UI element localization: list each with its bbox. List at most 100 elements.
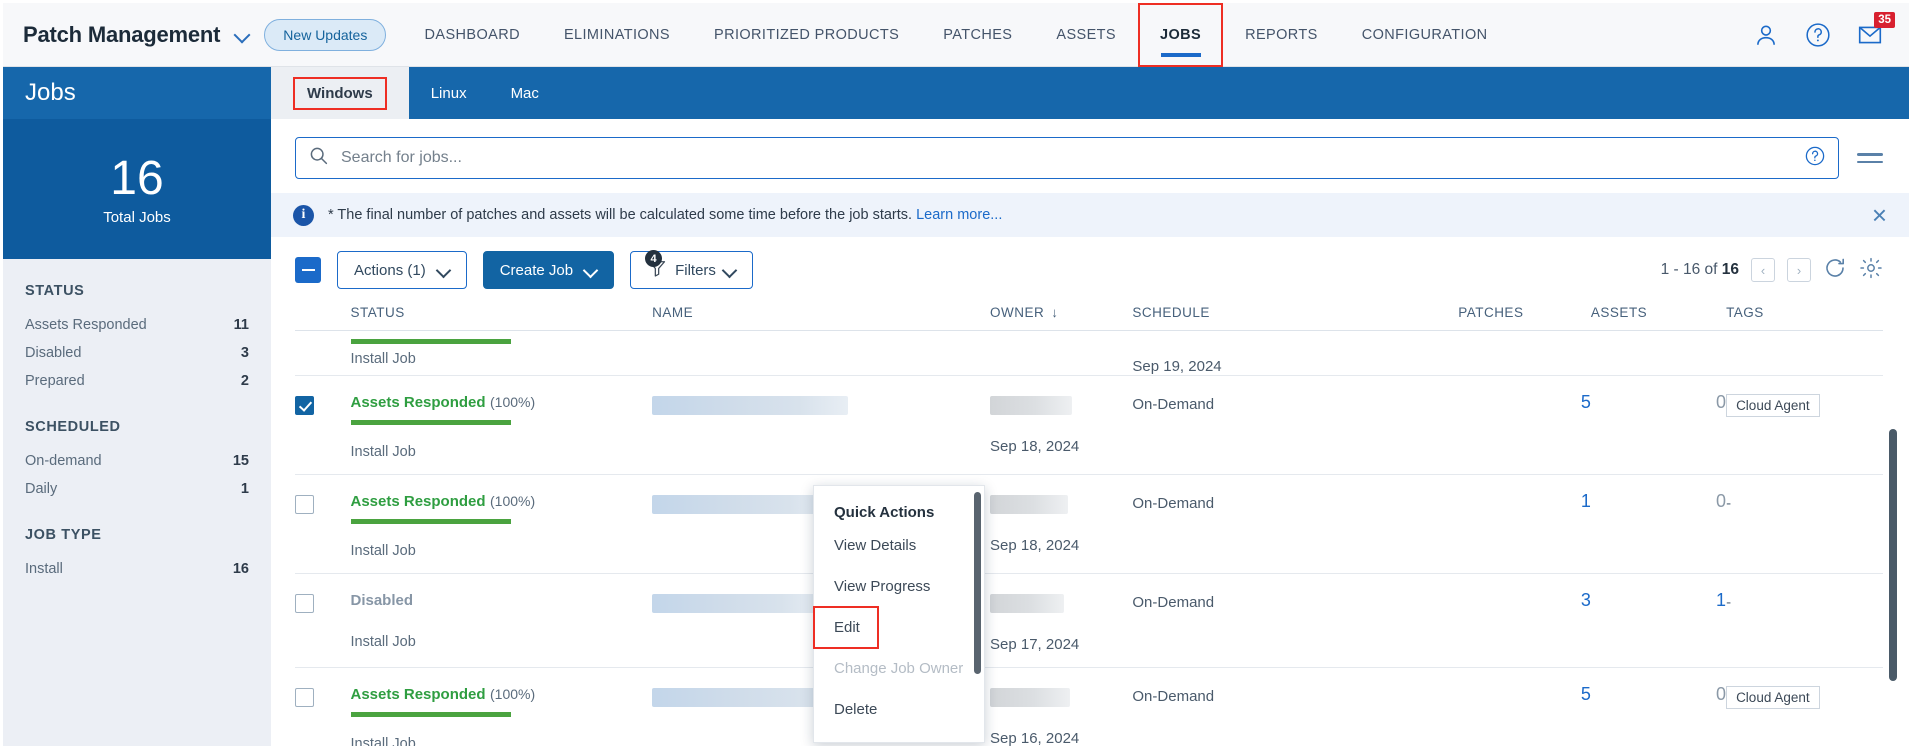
status-progress-bar: [350, 519, 511, 524]
facet-label: On-demand: [25, 453, 102, 469]
learn-more-link[interactable]: Learn more...: [916, 207, 1002, 223]
tags-value: -: [1726, 594, 1732, 611]
col-patches[interactable]: PATCHES: [1458, 301, 1591, 331]
search-help-icon[interactable]: [1804, 145, 1826, 172]
hamburger-icon[interactable]: [1857, 148, 1883, 168]
help-icon[interactable]: [1805, 22, 1831, 48]
menu-item-delete[interactable]: Delete: [814, 689, 984, 730]
nav-item-reports[interactable]: REPORTS: [1223, 3, 1340, 67]
facet-on-demand[interactable]: On-demand 15: [3, 447, 271, 475]
assets-count[interactable]: 0: [1716, 491, 1726, 511]
patches-count[interactable]: 3: [1581, 590, 1591, 610]
table-row[interactable]: Install Job Sep 19, 2024: [295, 330, 1883, 376]
context-menu-title: Quick Actions: [834, 504, 935, 521]
nav-item-dashboard[interactable]: DASHBOARD: [403, 3, 542, 67]
facet-disabled[interactable]: Disabled 3: [3, 339, 271, 367]
gear-icon[interactable]: [1859, 256, 1883, 285]
assets-count[interactable]: 0: [1716, 392, 1726, 412]
prev-page-button[interactable]: ‹: [1751, 258, 1775, 282]
next-page-button[interactable]: ›: [1787, 258, 1811, 282]
tab-linux-label: Linux: [430, 84, 467, 102]
jobs-table: STATUS NAME OWNER ↓ SCHEDULE PATCHES ASSE…: [295, 301, 1883, 746]
context-menu-scrollbar[interactable]: [974, 492, 981, 674]
table-row[interactable]: Assets Responded (100%) Install Job Sep …: [295, 375, 1883, 475]
menu-item-view-details[interactable]: View Details: [814, 525, 984, 566]
nav-label: CONFIGURATION: [1361, 27, 1488, 43]
search-input[interactable]: [341, 149, 1792, 167]
table-row[interactable]: Disabled Install Job Sep 17, 2024 On-Dem…: [295, 573, 1883, 668]
status-label: Assets Responded: [350, 493, 486, 510]
nav-item-eliminations[interactable]: ELIMINATIONS: [542, 3, 692, 67]
owner-redacted: [990, 495, 1069, 514]
patch-management-app: Patch Management New Updates DASHBOARD E…: [3, 3, 1909, 746]
facet-assets-responded[interactable]: Assets Responded 11: [3, 311, 271, 339]
close-icon[interactable]: ×: [1872, 202, 1887, 228]
refresh-icon[interactable]: [1823, 256, 1847, 285]
tab-linux[interactable]: Linux: [409, 67, 489, 119]
table-row[interactable]: Assets Responded (100%) Install Job Sep …: [295, 474, 1883, 574]
row-checkbox[interactable]: [295, 688, 314, 707]
facet-section-title-scheduled: SCHEDULED: [25, 419, 121, 435]
facet-label: Install: [25, 561, 63, 577]
assets-count[interactable]: 0: [1716, 684, 1726, 704]
search-box[interactable]: [295, 137, 1839, 179]
total-jobs-count: 16: [110, 151, 164, 205]
patches-count[interactable]: 5: [1581, 684, 1591, 704]
table-scrollbar[interactable]: [1889, 429, 1897, 681]
facet-label: Disabled: [25, 345, 82, 361]
status-progress-bar: [350, 420, 511, 425]
patches-count[interactable]: 1: [1581, 491, 1591, 511]
mail-icon[interactable]: 35: [1857, 12, 1895, 48]
chevron-down-icon[interactable]: [234, 27, 250, 43]
col-name[interactable]: NAME: [652, 301, 991, 331]
facet-count: 16: [232, 561, 249, 577]
facet-count: 11: [233, 317, 249, 333]
job-subtype: Install Job: [350, 736, 416, 746]
job-name-redacted[interactable]: [652, 396, 849, 415]
assets-count[interactable]: 1: [1716, 590, 1726, 610]
menu-item-edit[interactable]: Edit: [813, 606, 879, 649]
nav-item-configuration[interactable]: CONFIGURATION: [1340, 3, 1510, 67]
col-tags[interactable]: TAGS: [1726, 301, 1883, 331]
status-percent: (100%): [490, 686, 536, 702]
job-name-redacted[interactable]: [652, 495, 835, 514]
status-progress-bar: [350, 712, 511, 717]
info-banner: i * The final number of patches and asse…: [271, 193, 1909, 237]
main-content: i * The final number of patches and asse…: [271, 119, 1909, 746]
nav-item-jobs[interactable]: JOBS: [1138, 3, 1224, 67]
pagination-total: 16: [1721, 261, 1739, 278]
select-all-checkbox[interactable]: [295, 257, 321, 283]
table-row[interactable]: Assets Responded (100%) Install Job Sep …: [295, 667, 1883, 746]
row-checkbox[interactable]: [295, 396, 314, 415]
facet-install[interactable]: Install 16: [3, 555, 271, 583]
status-percent: (100%): [490, 493, 536, 509]
col-assets[interactable]: ASSETS: [1590, 301, 1727, 331]
quick-actions-context-menu: Quick Actions View Details View Progress…: [813, 485, 985, 743]
col-owner[interactable]: OWNER ↓: [990, 301, 1133, 331]
new-updates-button[interactable]: New Updates: [264, 18, 387, 51]
row-checkbox[interactable]: [295, 594, 314, 613]
owner-redacted: [990, 396, 1073, 415]
filters-button[interactable]: 4 Filters: [630, 250, 753, 289]
schedule-type: On-Demand: [1132, 688, 1215, 705]
sidebar: 16 Total Jobs STATUS Assets Responded 11…: [3, 119, 271, 746]
row-checkbox[interactable]: [295, 495, 314, 514]
actions-button[interactable]: Actions (1): [337, 251, 467, 289]
user-icon[interactable]: [1753, 22, 1779, 48]
facet-daily[interactable]: Daily 1: [3, 475, 271, 503]
menu-item-view-progress[interactable]: View Progress: [814, 566, 984, 607]
nav-item-prioritized-products[interactable]: PRIORITIZED PRODUCTS: [692, 3, 921, 67]
col-schedule[interactable]: SCHEDULE: [1132, 301, 1459, 331]
search-row: [271, 119, 1909, 189]
create-job-button[interactable]: Create Job: [482, 251, 615, 289]
chevron-down-icon: [585, 264, 597, 276]
tab-windows[interactable]: Windows: [271, 67, 409, 119]
nav-item-patches[interactable]: PATCHES: [921, 3, 1034, 67]
tab-mac[interactable]: Mac: [489, 67, 561, 119]
nav-item-assets[interactable]: ASSETS: [1034, 3, 1138, 67]
owner-redacted: [990, 688, 1071, 707]
col-status[interactable]: STATUS: [350, 301, 653, 331]
job-name-redacted[interactable]: [652, 594, 825, 613]
facet-prepared[interactable]: Prepared 2: [3, 367, 271, 395]
patches-count[interactable]: 5: [1581, 392, 1591, 412]
